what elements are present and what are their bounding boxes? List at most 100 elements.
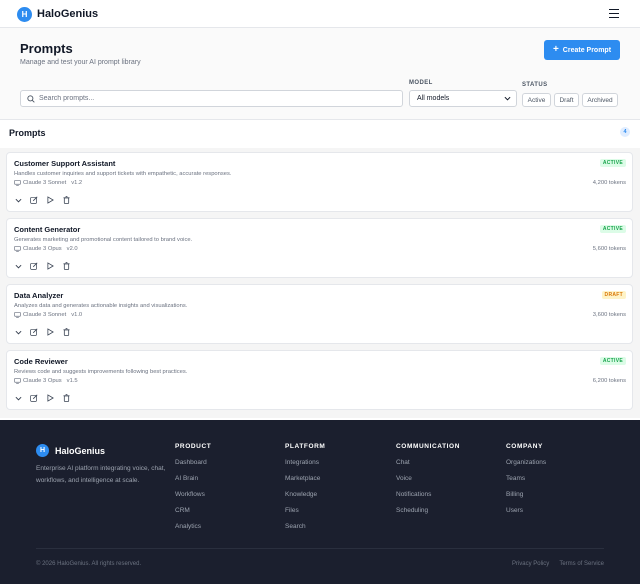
model-label: MODEL	[409, 80, 433, 86]
footer-link[interactable]: Search	[285, 522, 325, 538]
prompt-actions	[14, 196, 70, 204]
prompt-tokens: 6,200 tokens	[592, 378, 626, 384]
play-icon[interactable]	[46, 394, 54, 402]
footer-link[interactable]: Teams	[506, 474, 546, 490]
prompt-version: v2.0	[66, 246, 78, 252]
footer-link[interactable]: Workflows	[175, 490, 211, 506]
prompt-model: Claude 3 Sonnet	[23, 180, 67, 186]
page-subtitle: Manage and test your AI prompt library	[20, 59, 141, 66]
footer-divider	[36, 548, 604, 549]
footer-link[interactable]: Notifications	[396, 490, 460, 506]
prompt-card[interactable]: Customer Support Assistant ACTIVE Handle…	[6, 152, 633, 212]
prompt-title: Data Analyzer	[14, 291, 64, 300]
trash-icon[interactable]	[62, 328, 70, 336]
footer-link[interactable]: Chat	[396, 458, 460, 474]
footer-link[interactable]: Scheduling	[396, 506, 460, 522]
footer-link[interactable]: Integrations	[285, 458, 325, 474]
edit-icon[interactable]	[30, 328, 38, 336]
play-icon[interactable]	[46, 196, 54, 204]
footer-link[interactable]: Analytics	[175, 522, 211, 538]
plus-icon: +	[552, 44, 559, 55]
brand-name: HaloGenius	[37, 8, 99, 20]
search-input[interactable]	[39, 95, 379, 102]
brand-logo-icon: H	[17, 6, 32, 22]
prompt-actions	[14, 262, 70, 270]
prompt-tokens: 3,600 tokens	[592, 312, 626, 318]
prompt-meta: Claude 3 Sonnet v1.0	[14, 312, 82, 318]
footer-tagline: Enterprise AI platform integrating voice…	[36, 465, 166, 484]
status-filter-active[interactable]: Active	[522, 93, 551, 107]
trash-icon[interactable]	[62, 196, 70, 204]
play-icon[interactable]	[46, 328, 54, 336]
model-select-value: All models	[417, 95, 450, 102]
footer-column-product: PRODUCT Dashboard AI Brain Workflows CRM…	[175, 443, 211, 538]
prompt-version: v1.2	[71, 180, 83, 186]
chevron-down-icon[interactable]	[14, 328, 22, 336]
terms-of-service-link[interactable]: Terms of Service	[559, 561, 604, 567]
prompt-description: Reviews code and suggests improvements f…	[14, 369, 188, 375]
status-badge: ACTIVE	[599, 357, 626, 365]
prompt-model: Claude 3 Opus	[23, 246, 62, 252]
brand[interactable]: H HaloGenius	[17, 6, 98, 22]
search-box[interactable]	[20, 90, 403, 107]
prompt-card[interactable]: Data Analyzer DRAFT Analyzes data and ge…	[6, 284, 633, 344]
prompt-card[interactable]: Code Reviewer ACTIVE Reviews code and su…	[6, 350, 633, 410]
prompt-title: Customer Support Assistant	[14, 159, 116, 168]
menu-icon[interactable]	[609, 9, 619, 18]
prompt-description: Analyzes data and generates actionable i…	[14, 303, 188, 309]
monitor-icon	[14, 180, 21, 186]
prompt-tokens: 4,200 tokens	[592, 180, 626, 186]
footer-link[interactable]: Voice	[396, 474, 460, 490]
footer-legal-links: Privacy Policy Terms of Service	[512, 561, 604, 567]
trash-icon[interactable]	[62, 262, 70, 270]
edit-icon[interactable]	[30, 196, 38, 204]
page-header: Prompts Manage and test your AI prompt l…	[0, 28, 640, 120]
model-select[interactable]: All models	[409, 90, 517, 107]
monitor-icon	[14, 378, 21, 384]
status-filter-archived[interactable]: Archived	[582, 93, 618, 107]
trash-icon[interactable]	[62, 394, 70, 402]
prompt-model: Claude 3 Sonnet	[23, 312, 67, 318]
footer-column-heading: COMMUNICATION	[396, 443, 461, 450]
footer-brand[interactable]: H HaloGenius	[36, 444, 105, 457]
footer-link[interactable]: Billing	[506, 490, 546, 506]
prompt-title: Content Generator	[14, 225, 81, 234]
monitor-icon	[14, 312, 21, 318]
footer-link[interactable]: Files	[285, 506, 325, 522]
footer-link[interactable]: Organizations	[506, 458, 546, 474]
chevron-down-icon	[504, 96, 511, 101]
footer-link[interactable]: Dashboard	[175, 458, 211, 474]
footer-logo-icon: H	[36, 444, 49, 457]
footer-column-platform: PLATFORM Integrations Marketplace Knowle…	[285, 443, 325, 538]
footer-link[interactable]: AI Brain	[175, 474, 211, 490]
prompt-model: Claude 3 Opus	[23, 378, 62, 384]
top-navbar: H HaloGenius	[0, 0, 640, 28]
footer-link[interactable]: Knowledge	[285, 490, 325, 506]
edit-icon[interactable]	[30, 394, 38, 402]
edit-icon[interactable]	[30, 262, 38, 270]
chevron-down-icon[interactable]	[14, 196, 22, 204]
chevron-down-icon[interactable]	[14, 394, 22, 402]
prompts-section-header: Prompts	[0, 120, 640, 148]
status-filter-draft[interactable]: Draft	[554, 93, 579, 107]
create-prompt-button[interactable]: + Create Prompt	[544, 40, 620, 60]
footer-column-communication: COMMUNICATION Chat Voice Notifications S…	[396, 443, 460, 522]
footer-link[interactable]: Marketplace	[285, 474, 325, 490]
prompt-version: v1.5	[66, 378, 78, 384]
prompt-meta: Claude 3 Opus v1.5	[14, 378, 78, 384]
create-prompt-label: Create Prompt	[562, 46, 612, 54]
privacy-policy-link[interactable]: Privacy Policy	[512, 561, 549, 567]
play-icon[interactable]	[46, 262, 54, 270]
footer-link[interactable]: Users	[506, 506, 546, 522]
status-filter-group: Active Draft Archived	[522, 93, 618, 107]
page-title: Prompts	[20, 41, 73, 56]
prompt-actions	[14, 328, 70, 336]
prompt-description: Handles customer inquiries and support t…	[14, 171, 232, 177]
status-badge: ACTIVE	[599, 225, 626, 233]
footer-link[interactable]: CRM	[175, 506, 211, 522]
prompt-card[interactable]: Content Generator ACTIVE Generates marke…	[6, 218, 633, 278]
prompt-description: Generates marketing and promotional cont…	[14, 237, 193, 243]
prompt-list: Customer Support Assistant ACTIVE Handle…	[0, 148, 640, 418]
chevron-down-icon[interactable]	[14, 262, 22, 270]
footer-column-heading: PLATFORM	[285, 443, 326, 450]
